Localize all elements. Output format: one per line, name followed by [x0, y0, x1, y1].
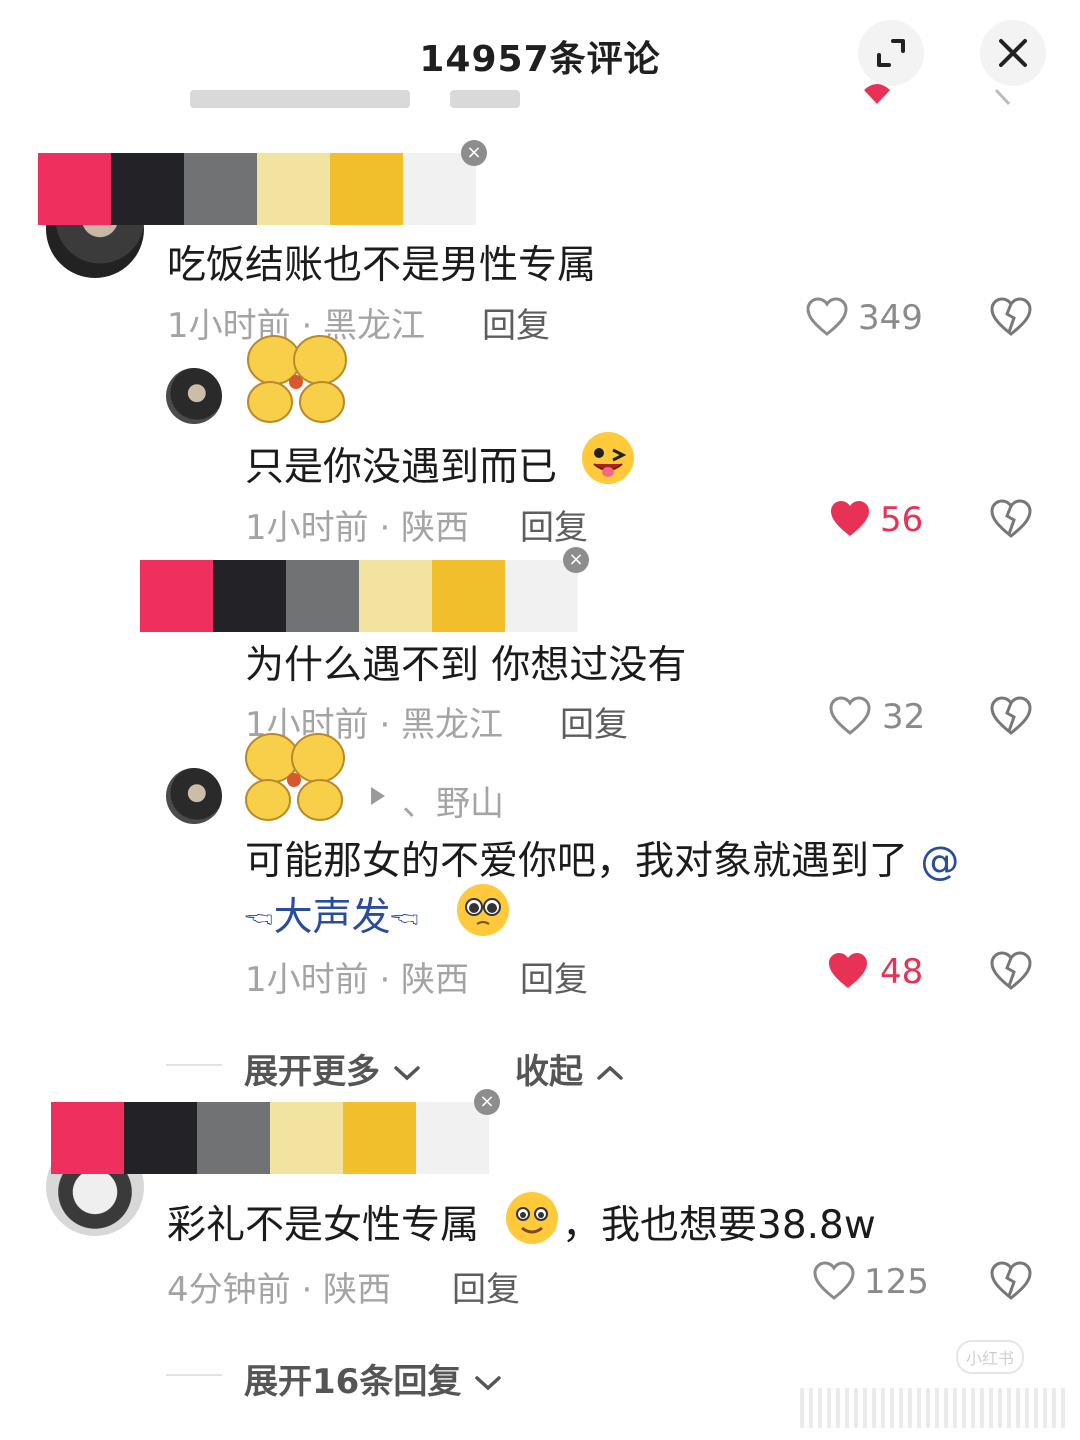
redaction-palette: [38, 153, 476, 225]
close-button[interactable]: [980, 20, 1046, 86]
reply-button[interactable]: 回复: [452, 1262, 520, 1311]
palette-swatch-black: [213, 560, 286, 632]
comment-text: 为什么遇不到 你想过没有: [245, 643, 687, 688]
butterfly-sticker-icon: [247, 335, 347, 423]
barcode-watermark: [800, 1388, 1070, 1428]
palette-swatch-cream: [359, 560, 432, 632]
expand-more-button[interactable]: 展开更多: [244, 1044, 422, 1093]
palette-swatch-cream: [257, 153, 330, 225]
comment-meta: 1小时前 · 陕西: [245, 508, 470, 548]
collapse-label: 收起: [515, 1052, 583, 1092]
palette-swatch-yellow: [330, 153, 403, 225]
reply-button[interactable]: 回复: [482, 298, 550, 347]
broken-heart-icon[interactable]: [988, 498, 1034, 540]
palette-swatch-gray: [286, 560, 359, 632]
palette-close-button[interactable]: ×: [563, 547, 589, 573]
like-count: 48: [880, 952, 924, 992]
reply-to-name[interactable]: 、野山: [402, 776, 504, 825]
comment-text-body: 可能那女的不爱你吧，我对象就遇到了: [245, 839, 909, 884]
collapse-button[interactable]: 收起: [515, 1044, 625, 1093]
close-icon: [999, 39, 1027, 67]
expand-button[interactable]: [858, 20, 924, 86]
like-count: 56: [880, 500, 924, 540]
play-arrow-icon: [371, 787, 385, 805]
heart-icon[interactable]: [826, 950, 870, 992]
divider: [166, 1374, 222, 1376]
comment-text: 彩礼不是女性专属: [167, 1203, 480, 1248]
heart-icon[interactable]: [812, 1260, 856, 1302]
reply-button[interactable]: 回复: [560, 697, 628, 746]
mention-at[interactable]: @: [920, 839, 959, 884]
broken-heart-icon[interactable]: [988, 950, 1034, 992]
like-count: 125: [864, 1262, 929, 1302]
watermark-logo: 小红书: [956, 1340, 1025, 1374]
reply-button[interactable]: 回复: [520, 500, 588, 549]
butterfly-sticker-icon: [245, 733, 345, 821]
expand-replies-button[interactable]: 展开16条回复: [244, 1354, 503, 1403]
like-count: 32: [882, 697, 926, 737]
scrolled-off-comment-row: [160, 84, 1060, 114]
avatar[interactable]: [166, 368, 222, 424]
chevron-down-icon: [475, 1376, 501, 1391]
palette-swatch-black: [124, 1102, 197, 1174]
wink-tongue-emoji-icon: [582, 432, 634, 484]
palette-swatch-white: [505, 560, 578, 632]
palette-swatch-black: [111, 153, 184, 225]
comment-text: 只是你没遇到而已: [245, 445, 558, 490]
comment-text-continued: ，我也想要38.8w: [562, 1203, 876, 1248]
palette-swatch-cream: [270, 1102, 343, 1174]
palette-swatch-red: [38, 153, 111, 225]
chevron-down-icon: [394, 1066, 420, 1081]
comment-text: 可能那女的不爱你吧，我对象就遇到了 @: [245, 830, 959, 886]
heart-icon[interactable]: [805, 296, 849, 338]
pleading-face-emoji-icon: [457, 884, 509, 936]
palette-swatch-gray: [184, 153, 257, 225]
heart-icon[interactable]: [828, 498, 872, 540]
palette-close-button[interactable]: ×: [474, 1089, 500, 1115]
expand-more-label: 展开更多: [244, 1052, 380, 1092]
broken-heart-icon[interactable]: [988, 1260, 1034, 1302]
redaction-palette: [51, 1102, 489, 1174]
broken-heart-icon[interactable]: [988, 296, 1034, 338]
mention-link[interactable]: 🖘大声发🖘: [245, 886, 419, 942]
broken-heart-icon[interactable]: [988, 695, 1034, 737]
palette-swatch-white: [403, 153, 476, 225]
smiling-face-emoji-icon: [506, 1192, 558, 1244]
comment-text: 吃饭结账也不是男性专属: [167, 243, 597, 288]
reply-button[interactable]: 回复: [520, 952, 588, 1001]
palette-swatch-yellow: [343, 1102, 416, 1174]
palette-swatch-yellow: [432, 560, 505, 632]
comment-meta: 1小时前 · 陕西: [245, 960, 470, 1000]
palette-swatch-red: [51, 1102, 124, 1174]
palette-close-button[interactable]: ×: [461, 140, 487, 166]
expand-replies-label: 展开16条回复: [244, 1362, 462, 1402]
palette-swatch-gray: [197, 1102, 270, 1174]
avatar[interactable]: [166, 768, 222, 824]
divider: [166, 1064, 222, 1066]
heart-icon[interactable]: [828, 695, 872, 737]
expand-arrows-icon: [877, 39, 905, 67]
palette-swatch-white: [416, 1102, 489, 1174]
redaction-palette: [140, 560, 578, 632]
palette-swatch-red: [140, 560, 213, 632]
like-count: 349: [858, 298, 923, 338]
comment-meta: 4分钟前 · 陕西: [167, 1270, 392, 1310]
chevron-up-icon: [597, 1065, 623, 1080]
